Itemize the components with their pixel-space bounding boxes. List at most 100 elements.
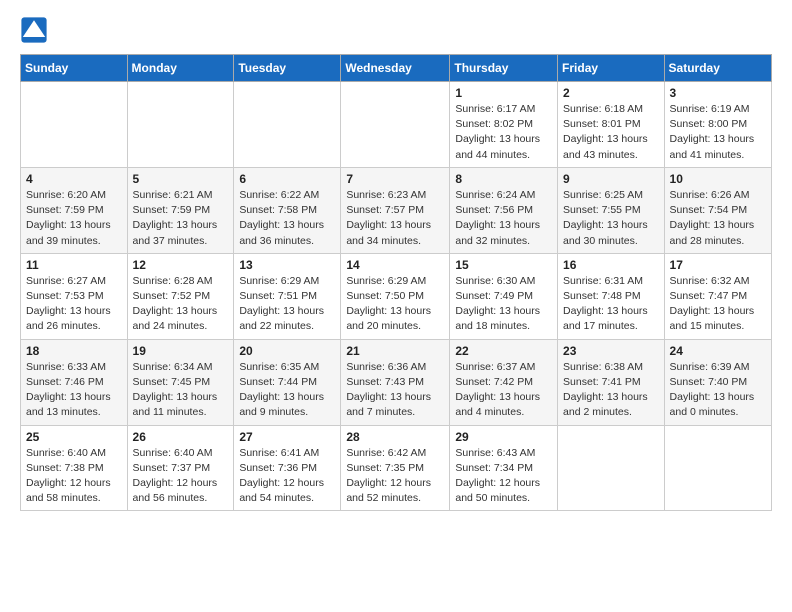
day-info: Sunrise: 6:25 AM Sunset: 7:55 PM Dayligh… — [563, 188, 659, 249]
day-number: 12 — [133, 258, 229, 272]
calendar-cell — [234, 82, 341, 168]
day-info: Sunrise: 6:17 AM Sunset: 8:02 PM Dayligh… — [455, 102, 552, 163]
day-header-wednesday: Wednesday — [341, 55, 450, 82]
day-header-thursday: Thursday — [450, 55, 558, 82]
day-info: Sunrise: 6:29 AM Sunset: 7:50 PM Dayligh… — [346, 274, 444, 335]
calendar-cell: 13Sunrise: 6:29 AM Sunset: 7:51 PM Dayli… — [234, 253, 341, 339]
day-number: 26 — [133, 430, 229, 444]
calendar-cell: 26 Sunrise: 6:40 AM Sunset: 7:37 PM Dayli… — [127, 425, 234, 511]
day-number: 13 — [239, 258, 335, 272]
day-info: Sunrise: 6:30 AM Sunset: 7:49 PM Dayligh… — [455, 274, 552, 335]
day-number: 8 — [455, 172, 552, 186]
day-info: Sunrise: 6:28 AM Sunset: 7:52 PM Dayligh… — [133, 274, 229, 335]
calendar-cell: 23Sunrise: 6:38 AM Sunset: 7:41 PM Dayli… — [558, 339, 665, 425]
calendar-cell: 19 Sunrise: 6:34 AM Sunset: 7:45 PM Dayli… — [127, 339, 234, 425]
day-info: Sunrise: 6:39 AM Sunset: 7:40 PM Dayligh… — [670, 360, 766, 421]
day-number: 29 — [455, 430, 552, 444]
day-info: Sunrise: 6:34 AM Sunset: 7:45 PM Dayligh… — [133, 360, 229, 421]
calendar-header-row: SundayMondayTuesdayWednesdayThursdayFrid… — [21, 55, 772, 82]
day-info: Sunrise: 6:22 AM Sunset: 7:58 PM Dayligh… — [239, 188, 335, 249]
day-info: Sunrise: 6:33 AM Sunset: 7:46 PM Dayligh… — [26, 360, 122, 421]
day-info: Sunrise: 6:21 AM Sunset: 7:59 PM Dayligh… — [133, 188, 229, 249]
day-header-saturday: Saturday — [664, 55, 771, 82]
day-number: 11 — [26, 258, 122, 272]
calendar-cell: 17Sunrise: 6:32 AM Sunset: 7:47 PM Dayli… — [664, 253, 771, 339]
calendar-cell: 11 Sunrise: 6:27 AM Sunset: 7:53 PM Dayli… — [21, 253, 128, 339]
calendar-cell: 20 Sunrise: 6:35 AM Sunset: 7:44 PM Dayli… — [234, 339, 341, 425]
calendar-cell: 18 Sunrise: 6:33 AM Sunset: 7:46 PM Dayli… — [21, 339, 128, 425]
calendar-week-row: 25 Sunrise: 6:40 AM Sunset: 7:38 PM Dayli… — [21, 425, 772, 511]
day-number: 1 — [455, 86, 552, 100]
calendar-cell — [341, 82, 450, 168]
day-number: 18 — [26, 344, 122, 358]
calendar-cell — [127, 82, 234, 168]
day-header-sunday: Sunday — [21, 55, 128, 82]
day-number: 16 — [563, 258, 659, 272]
day-number: 5 — [133, 172, 229, 186]
calendar-cell: 5 Sunrise: 6:21 AM Sunset: 7:59 PM Daylig… — [127, 167, 234, 253]
day-number: 3 — [670, 86, 766, 100]
calendar-cell: 24 Sunrise: 6:39 AM Sunset: 7:40 PM Dayli… — [664, 339, 771, 425]
day-info: Sunrise: 6:18 AM Sunset: 8:01 PM Dayligh… — [563, 102, 659, 163]
day-info: Sunrise: 6:38 AM Sunset: 7:41 PM Dayligh… — [563, 360, 659, 421]
logo — [20, 16, 52, 44]
day-header-friday: Friday — [558, 55, 665, 82]
day-number: 24 — [670, 344, 766, 358]
day-info: Sunrise: 6:35 AM Sunset: 7:44 PM Dayligh… — [239, 360, 335, 421]
calendar-cell: 25 Sunrise: 6:40 AM Sunset: 7:38 PM Dayli… — [21, 425, 128, 511]
day-number: 20 — [239, 344, 335, 358]
day-number: 22 — [455, 344, 552, 358]
calendar-cell: 12 Sunrise: 6:28 AM Sunset: 7:52 PM Dayli… — [127, 253, 234, 339]
day-header-monday: Monday — [127, 55, 234, 82]
day-info: Sunrise: 6:19 AM Sunset: 8:00 PM Dayligh… — [670, 102, 766, 163]
day-info: Sunrise: 6:26 AM Sunset: 7:54 PM Dayligh… — [670, 188, 766, 249]
calendar-cell: 21Sunrise: 6:36 AM Sunset: 7:43 PM Dayli… — [341, 339, 450, 425]
calendar-cell: 22 Sunrise: 6:37 AM Sunset: 7:42 PM Dayli… — [450, 339, 558, 425]
calendar-week-row: 18 Sunrise: 6:33 AM Sunset: 7:46 PM Dayli… — [21, 339, 772, 425]
day-number: 27 — [239, 430, 335, 444]
calendar-cell: 15 Sunrise: 6:30 AM Sunset: 7:49 PM Dayli… — [450, 253, 558, 339]
day-number: 6 — [239, 172, 335, 186]
calendar-cell: 2 Sunrise: 6:18 AM Sunset: 8:01 PM Daylig… — [558, 82, 665, 168]
calendar-cell: 9 Sunrise: 6:25 AM Sunset: 7:55 PM Daylig… — [558, 167, 665, 253]
calendar-week-row: 4 Sunrise: 6:20 AM Sunset: 7:59 PM Daylig… — [21, 167, 772, 253]
day-number: 4 — [26, 172, 122, 186]
day-info: Sunrise: 6:20 AM Sunset: 7:59 PM Dayligh… — [26, 188, 122, 249]
calendar-cell: 7 Sunrise: 6:23 AM Sunset: 7:57 PM Daylig… — [341, 167, 450, 253]
day-number: 28 — [346, 430, 444, 444]
calendar-cell: 3 Sunrise: 6:19 AM Sunset: 8:00 PM Daylig… — [664, 82, 771, 168]
calendar-cell: 27 Sunrise: 6:41 AM Sunset: 7:36 PM Dayli… — [234, 425, 341, 511]
day-info: Sunrise: 6:40 AM Sunset: 7:38 PM Dayligh… — [26, 446, 122, 507]
day-info: Sunrise: 6:27 AM Sunset: 7:53 PM Dayligh… — [26, 274, 122, 335]
day-number: 19 — [133, 344, 229, 358]
day-info: Sunrise: 6:24 AM Sunset: 7:56 PM Dayligh… — [455, 188, 552, 249]
calendar-cell: 10 Sunrise: 6:26 AM Sunset: 7:54 PM Dayli… — [664, 167, 771, 253]
calendar-cell: 29 Sunrise: 6:43 AM Sunset: 7:34 PM Dayli… — [450, 425, 558, 511]
logo-icon — [20, 16, 48, 44]
day-number: 15 — [455, 258, 552, 272]
day-number: 9 — [563, 172, 659, 186]
day-number: 7 — [346, 172, 444, 186]
calendar-cell — [21, 82, 128, 168]
header — [20, 16, 772, 44]
day-info: Sunrise: 6:43 AM Sunset: 7:34 PM Dayligh… — [455, 446, 552, 507]
day-number: 25 — [26, 430, 122, 444]
calendar-cell: 14Sunrise: 6:29 AM Sunset: 7:50 PM Dayli… — [341, 253, 450, 339]
calendar-cell: 16Sunrise: 6:31 AM Sunset: 7:48 PM Dayli… — [558, 253, 665, 339]
calendar-week-row: 1 Sunrise: 6:17 AM Sunset: 8:02 PM Daylig… — [21, 82, 772, 168]
day-number: 10 — [670, 172, 766, 186]
day-header-tuesday: Tuesday — [234, 55, 341, 82]
day-info: Sunrise: 6:23 AM Sunset: 7:57 PM Dayligh… — [346, 188, 444, 249]
day-info: Sunrise: 6:32 AM Sunset: 7:47 PM Dayligh… — [670, 274, 766, 335]
day-info: Sunrise: 6:41 AM Sunset: 7:36 PM Dayligh… — [239, 446, 335, 507]
day-number: 2 — [563, 86, 659, 100]
day-info: Sunrise: 6:42 AM Sunset: 7:35 PM Dayligh… — [346, 446, 444, 507]
calendar-cell: 4 Sunrise: 6:20 AM Sunset: 7:59 PM Daylig… — [21, 167, 128, 253]
calendar-cell — [664, 425, 771, 511]
calendar-cell: 1 Sunrise: 6:17 AM Sunset: 8:02 PM Daylig… — [450, 82, 558, 168]
calendar-cell: 6 Sunrise: 6:22 AM Sunset: 7:58 PM Daylig… — [234, 167, 341, 253]
day-info: Sunrise: 6:37 AM Sunset: 7:42 PM Dayligh… — [455, 360, 552, 421]
calendar-table: SundayMondayTuesdayWednesdayThursdayFrid… — [20, 54, 772, 511]
day-info: Sunrise: 6:40 AM Sunset: 7:37 PM Dayligh… — [133, 446, 229, 507]
calendar-cell: 8 Sunrise: 6:24 AM Sunset: 7:56 PM Daylig… — [450, 167, 558, 253]
